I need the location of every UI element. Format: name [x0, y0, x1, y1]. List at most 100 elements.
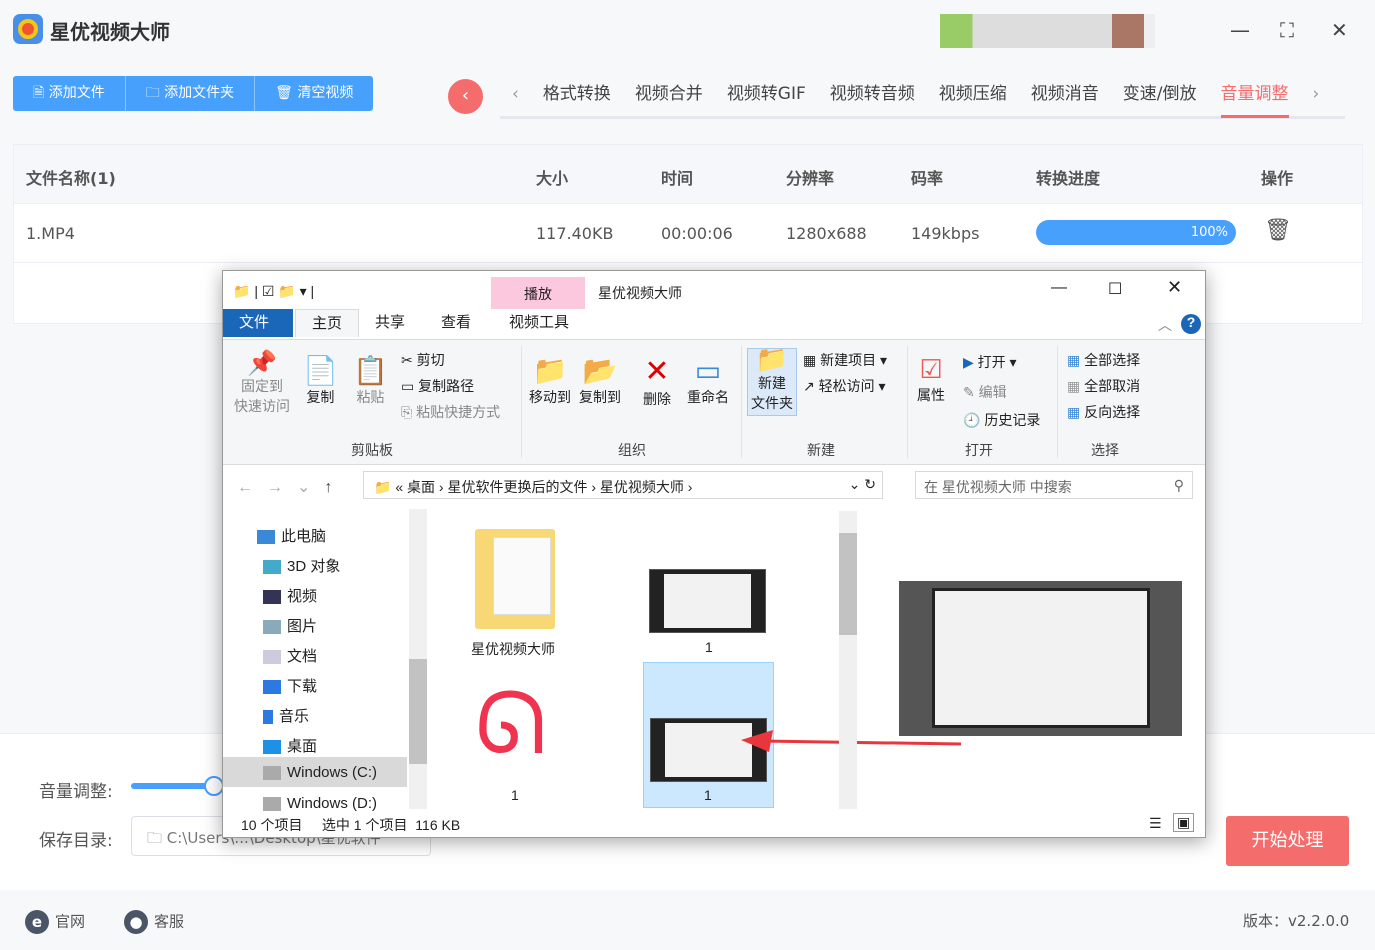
nav-label: 下载 — [287, 678, 318, 695]
nav-3d[interactable]: 3D 对象 — [263, 555, 340, 576]
nav-documents[interactable]: 文档 — [263, 645, 317, 666]
table-row[interactable]: 1.MP4 117.40KB 00:00:06 1280x688 149kbps… — [14, 204, 1362, 263]
maximize-button[interactable]: ⛶ — [1280, 18, 1294, 42]
crumb-folder[interactable]: 星优软件更换后的文件 — [447, 479, 587, 495]
ribbon-tab-file[interactable]: 文件 — [223, 309, 293, 337]
ribbon-tab-home[interactable]: 主页 — [295, 309, 360, 337]
user-avatar-blurred — [940, 14, 1155, 48]
tab-gif[interactable]: 视频转GIF — [727, 81, 806, 118]
help-icon[interactable]: ? — [1181, 314, 1201, 334]
ex-minimize-button[interactable]: — — [1051, 279, 1067, 297]
move-to-button[interactable]: 📁 移动到 — [529, 354, 571, 407]
nav-buttons[interactable]: ←→⌄↑ — [237, 477, 346, 497]
file-toolbar: 🗎 添加文件 🗀 添加文件夹 🗑 清空视频 — [13, 76, 374, 111]
select-all-button[interactable]: ▦ 全部选择 — [1067, 350, 1140, 370]
minimize-button[interactable]: — — [1230, 18, 1250, 42]
context-tab-play[interactable]: 播放 — [491, 277, 585, 309]
new-item-button[interactable]: ▦ 新建项目 ▾ — [803, 350, 887, 370]
tab-speed[interactable]: 变速/倒放 — [1123, 81, 1197, 118]
tabs-prev-icon[interactable]: ‹ — [512, 81, 519, 118]
history-button[interactable]: 🕘 历史记录 — [963, 410, 1040, 430]
add-folder-button[interactable]: 🗀 添加文件夹 — [126, 76, 256, 111]
pin-icon: 📌 — [247, 350, 277, 377]
properties-button[interactable]: ☑ 属性 — [917, 354, 945, 405]
tab-mute[interactable]: 视频消音 — [1031, 81, 1099, 118]
delete-label: 删除 — [643, 391, 671, 407]
copy-button[interactable]: 📄 复制 — [303, 354, 338, 407]
copy-to-button[interactable]: 📂 复制到 — [579, 354, 621, 407]
website-link[interactable]: e 官网 — [25, 910, 85, 934]
crumb-current[interactable]: 星优视频大师 — [600, 479, 684, 495]
paste-button[interactable]: 📋 粘贴 — [353, 354, 388, 407]
paste-shortcut-button[interactable]: ⎘ 粘贴快捷方式 — [401, 402, 500, 422]
details-view-icon[interactable]: ☰ — [1149, 815, 1162, 832]
support-link[interactable]: ● 客服 — [124, 910, 184, 934]
volume-slider[interactable] — [131, 783, 215, 789]
easy-access-button[interactable]: ↗ 轻松访问 ▾ — [803, 376, 886, 396]
ribbon-tab-view[interactable]: 查看 — [425, 309, 487, 337]
crumb-desktop[interactable]: 桌面 — [407, 479, 435, 495]
start-button[interactable]: 开始处理 — [1226, 816, 1349, 866]
ex-close-button[interactable]: ✕ — [1167, 277, 1182, 298]
file-name[interactable]: 1 — [511, 787, 519, 803]
nav-drive-c[interactable]: Windows (C:) — [223, 757, 407, 787]
netease-music-icon[interactable]: ᘏ — [475, 681, 546, 767]
delete-icon[interactable]: 🗑 — [1264, 218, 1292, 243]
collapse-ribbon-icon[interactable]: ︿ — [1158, 315, 1172, 335]
select-none-button[interactable]: ▦ 全部取消 — [1067, 376, 1140, 396]
add-file-button[interactable]: 🗎 添加文件 — [13, 76, 126, 111]
ribbon-tab-share[interactable]: 共享 — [359, 309, 421, 337]
nav-label: Windows (D:) — [287, 795, 378, 811]
address-bar[interactable]: 📁 « 桌面 › 星优软件更换后的文件 › 星优视频大师 › ⌄ ↻ — [363, 471, 883, 499]
col-size: 大小 — [536, 169, 569, 188]
quick-access-toolbar[interactable]: 📁 | ☑ 📁 ▾ | — [233, 283, 314, 300]
folder-thumbnail[interactable] — [475, 529, 555, 629]
clear-videos-button[interactable]: 🗑 清空视频 — [255, 76, 373, 111]
ribbon-tab-video-tools[interactable]: 视频工具 — [493, 309, 585, 337]
nav-downloads[interactable]: 下载 — [263, 675, 317, 696]
scissors-icon: ✂ — [401, 352, 417, 368]
file-name[interactable]: 1 — [705, 639, 713, 655]
tab-merge[interactable]: 视频合并 — [635, 81, 703, 118]
video-thumbnail[interactable] — [649, 569, 766, 633]
tab-audio[interactable]: 视频转音频 — [830, 81, 915, 118]
nav-label: 桌面 — [287, 738, 318, 755]
explorer-title: 星优视频大师 — [598, 285, 682, 301]
tab-format[interactable]: 格式转换 — [543, 81, 611, 118]
cut-button[interactable]: ✂ 剪切 — [401, 350, 445, 370]
rename-button[interactable]: ▭ 重命名 — [687, 354, 729, 407]
file-name[interactable]: 星优视频大师 — [471, 639, 555, 659]
copy-path-button[interactable]: ▭ 复制路径 — [401, 376, 474, 396]
pin-quick-access-button[interactable]: 📌 固定到 快速访问 — [231, 352, 293, 416]
tab-volume[interactable]: 音量调整 — [1220, 81, 1289, 118]
ex-maximize-button[interactable]: ☐ — [1108, 279, 1122, 299]
select-all-icon: ▦ — [1067, 352, 1085, 368]
ie-icon: e — [25, 910, 49, 934]
history-label: 历史记录 — [984, 412, 1041, 428]
function-tabs: ‹ 格式转换 视频合并 视频转GIF 视频转音频 视频压缩 视频消音 变速/倒放… — [500, 82, 1345, 119]
open-button[interactable]: ▶ 打开 ▾ — [963, 352, 1017, 372]
search-input[interactable]: 在 星优视频大师 中搜索 ⚲ — [915, 471, 1193, 499]
nav-desktop[interactable]: 桌面 — [263, 735, 317, 756]
invert-selection-button[interactable]: ▦ 反向选择 — [1067, 402, 1140, 422]
nav-scrollbar[interactable] — [409, 509, 427, 809]
tab-compress[interactable]: 视频压缩 — [939, 81, 1007, 118]
close-button[interactable]: ✕ — [1331, 18, 1348, 42]
nav-pictures[interactable]: 图片 — [263, 615, 317, 636]
nav-music[interactable]: 音乐 — [263, 705, 309, 726]
nav-drive-d[interactable]: Windows (D:) — [263, 795, 377, 811]
files-scrollbar[interactable] — [839, 511, 857, 809]
address-dropdown-icon[interactable]: ⌄ ↻ — [849, 476, 876, 493]
pin-label: 固定到 快速访问 — [234, 378, 290, 414]
tabs-next-icon[interactable]: › — [1313, 81, 1320, 118]
back-button[interactable]: ‹ — [448, 79, 483, 114]
nav-this-pc[interactable]: 此电脑 — [257, 525, 326, 546]
edit-button[interactable]: ✎ 编辑 — [963, 382, 1007, 402]
large-icons-view-icon[interactable]: ▣ — [1173, 813, 1195, 832]
new-folder-button[interactable]: 📁 新建 文件夹 — [747, 346, 797, 416]
delete-button[interactable]: ✕ 删除 — [643, 354, 671, 409]
nav-videos[interactable]: 视频 — [263, 585, 317, 606]
col-action: 操作 — [1261, 169, 1294, 188]
volume-slider-handle[interactable] — [204, 776, 224, 796]
nav-label: 此电脑 — [281, 528, 327, 545]
